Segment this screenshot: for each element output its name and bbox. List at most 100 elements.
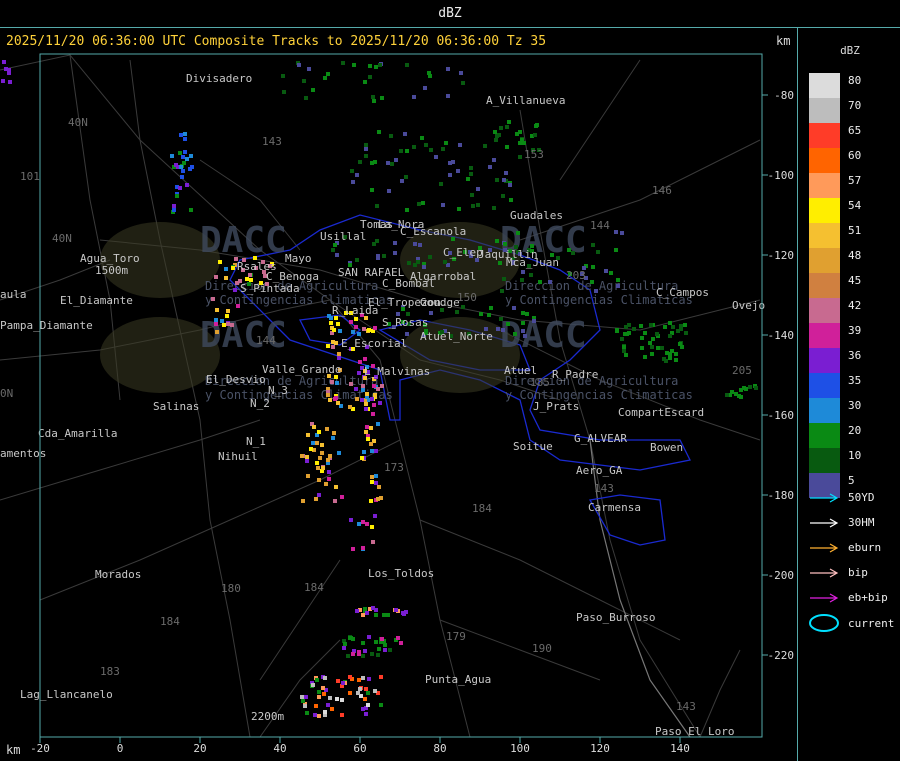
echo-cell <box>326 72 330 76</box>
place-label: amentos <box>0 447 46 460</box>
echo-cell <box>498 261 502 265</box>
echo-cell <box>361 613 365 617</box>
echo-cell <box>754 386 758 390</box>
echo-cell <box>441 203 445 207</box>
echo-cell <box>172 204 176 208</box>
x-tick-label: 40 <box>273 742 286 755</box>
place-label: N_2 <box>250 397 270 410</box>
echo-cell <box>516 231 520 235</box>
legend-swatch-label: 30 <box>848 399 862 412</box>
echo-cell <box>236 304 240 308</box>
echo-cell <box>322 692 326 696</box>
echo-cell <box>363 80 367 84</box>
echo-cell <box>386 161 390 165</box>
echo-cell <box>312 425 316 429</box>
echo-cell <box>330 707 334 711</box>
radar-map[interactable]: DACCDireccion de Agriculturay Contingenc… <box>0 0 800 761</box>
place-label: Goudge <box>420 296 460 309</box>
legend-swatch-label: 48 <box>848 249 862 262</box>
echo-cell <box>306 474 310 478</box>
legend-swatch <box>809 223 840 248</box>
echo-cell <box>374 65 378 69</box>
y-tick-label: -200 <box>768 569 795 582</box>
echo-cell <box>489 306 493 310</box>
echo-cell <box>382 613 386 617</box>
place-label: G_ALVEAR <box>574 432 627 445</box>
legend-swatch-label: 60 <box>848 149 862 162</box>
echo-cell <box>417 202 421 206</box>
legend-swatch-label: 36 <box>848 349 862 362</box>
echo-cell <box>665 351 669 355</box>
echo-cell <box>357 522 361 526</box>
place-label: Mayo <box>285 252 312 265</box>
echo-cell <box>567 248 571 252</box>
place-label: Lag_Llancanelo <box>20 688 113 701</box>
echo-cell <box>315 461 319 465</box>
echo-cell <box>622 349 626 353</box>
echo-cell <box>439 182 443 186</box>
echo-cell <box>222 323 226 327</box>
echo-cell <box>317 430 321 434</box>
echo-cell <box>488 165 492 169</box>
echo-cell <box>214 275 218 279</box>
place-label: Soitue <box>513 440 553 453</box>
echo-cell <box>351 180 355 184</box>
echo-cell <box>343 642 347 646</box>
echo-cell <box>518 155 522 159</box>
legend-swatch <box>809 273 840 298</box>
echo-cell <box>335 697 339 701</box>
echo-cell <box>507 120 511 124</box>
echo-cell <box>181 169 185 173</box>
echo-cell <box>183 150 187 154</box>
track-arrow-icon <box>810 543 839 553</box>
echo-cell <box>374 474 378 478</box>
echo-cell <box>421 201 425 205</box>
echo-cell <box>361 384 365 388</box>
echo-cell <box>679 327 683 331</box>
echo-cell <box>668 334 672 338</box>
place-label: CompartEscard <box>618 406 704 419</box>
echo-cell <box>170 154 174 158</box>
echo-cell <box>235 281 239 285</box>
echo-cell <box>346 654 350 658</box>
echo-cell <box>185 157 189 161</box>
echo-cell <box>376 387 380 391</box>
echo-cell <box>434 155 438 159</box>
legend-swatch <box>809 298 840 323</box>
echo-cell <box>370 480 374 484</box>
echo-cell <box>245 277 249 281</box>
echo-cell <box>394 158 398 162</box>
road <box>39 439 401 601</box>
echo-cell <box>604 269 608 273</box>
echo-cell <box>314 497 318 501</box>
echo-cell <box>680 345 684 349</box>
echo-cell <box>492 158 496 162</box>
x-tick-label: 100 <box>510 742 530 755</box>
echo-cell <box>372 403 376 407</box>
echo-cell <box>390 162 394 166</box>
echo-cell <box>2 60 6 64</box>
legend-swatch <box>809 148 840 173</box>
echo-cell <box>441 147 445 151</box>
legend-swatch <box>809 73 840 98</box>
echo-cell <box>327 477 331 481</box>
place-label: N_3 <box>268 384 288 397</box>
echo-cell <box>521 270 525 274</box>
echo-cell <box>361 654 365 658</box>
echo-cell <box>224 276 228 280</box>
echo-cell <box>383 643 387 647</box>
echo-cell <box>651 337 655 341</box>
route-number: 0N <box>0 387 13 400</box>
echo-cell <box>671 325 675 329</box>
echo-cell <box>341 681 345 685</box>
echo-cell <box>342 646 346 650</box>
echo-cell <box>616 284 620 288</box>
x-tick-label: 20 <box>193 742 206 755</box>
echo-cell <box>399 149 403 153</box>
legend-swatch-label: 39 <box>848 324 862 337</box>
echo-cell <box>366 703 370 707</box>
place-label: Valle_Grande <box>262 363 341 376</box>
echo-cell <box>326 703 330 707</box>
echo-cell <box>684 331 688 335</box>
echo-cell <box>215 330 219 334</box>
